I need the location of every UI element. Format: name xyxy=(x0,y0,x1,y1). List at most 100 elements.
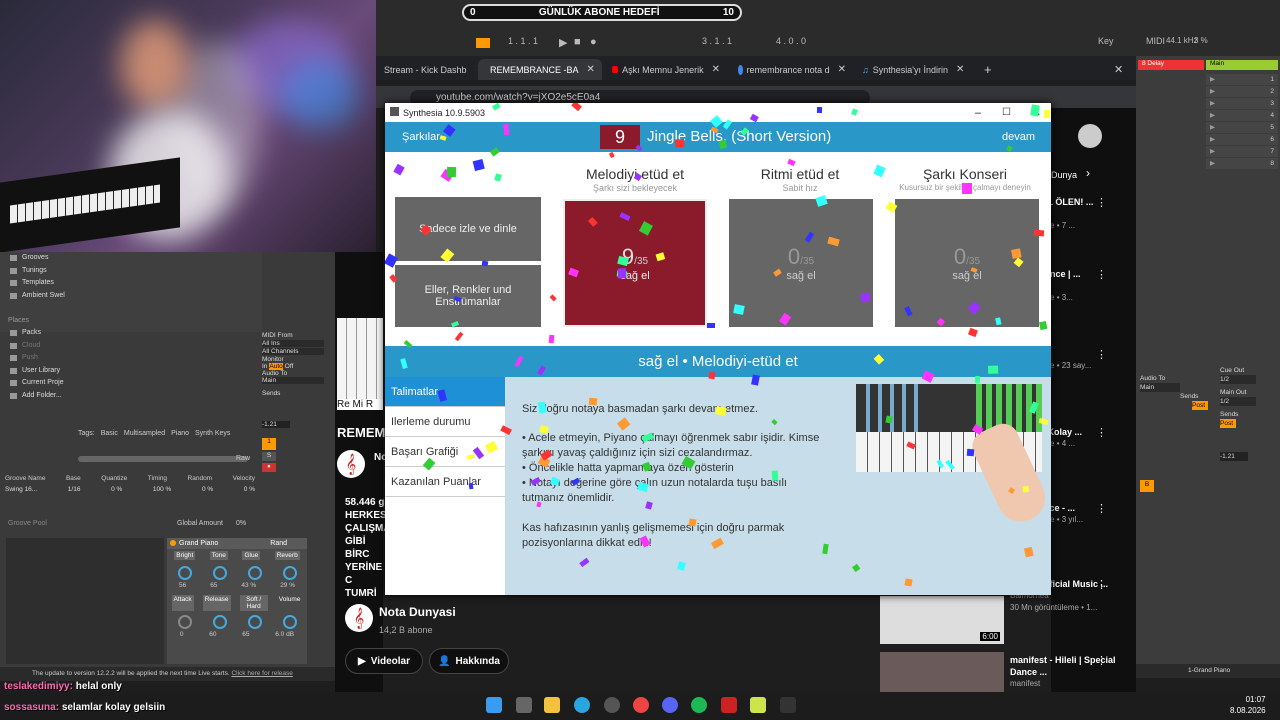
avatar[interactable] xyxy=(1078,124,1102,148)
scene-slot[interactable]: ▶ 7 xyxy=(1206,146,1278,157)
tab-success-chart[interactable]: Başarı Grafiği xyxy=(385,437,505,467)
metronome-icon[interactable] xyxy=(476,38,490,48)
more-options-icon[interactable]: ⋮ xyxy=(1096,502,1107,515)
tag-chip[interactable]: Basic xyxy=(101,430,118,437)
about-button[interactable]: 👤 Hakkında xyxy=(429,648,509,674)
monitor-in[interactable]: In xyxy=(262,363,267,370)
track-header[interactable]: Main xyxy=(1206,60,1278,70)
stop-icon[interactable]: ■ xyxy=(574,36,581,48)
places-current-project[interactable]: Current Proje xyxy=(0,377,80,390)
more-options-icon[interactable]: ⋮ xyxy=(1096,196,1107,209)
close-icon[interactable]: ✕ xyxy=(712,64,720,75)
arm-button[interactable]: ● xyxy=(262,463,276,472)
start-icon[interactable] xyxy=(486,697,502,713)
release-link[interactable]: Click here for release xyxy=(231,670,292,677)
raw-toggle[interactable]: Raw xyxy=(236,455,250,462)
master-volume[interactable]: -1.21 xyxy=(1220,452,1248,461)
tab-synthesia[interactable]: ♫ Synthesia'yı İndirin ✕ xyxy=(854,59,974,80)
more-options-icon[interactable]: ⋮ xyxy=(1096,654,1107,667)
concert-card[interactable]: 0/35 sağ el xyxy=(895,199,1039,327)
post-button[interactable]: Post xyxy=(1220,419,1236,428)
scene-slot[interactable]: ▶ 5 xyxy=(1206,122,1278,133)
scene-slot[interactable]: ▶ 4 xyxy=(1206,110,1278,121)
obs-icon[interactable] xyxy=(604,697,620,713)
maximize-icon[interactable]: ☐ xyxy=(1002,107,1011,118)
places-packs[interactable]: Packs xyxy=(0,327,80,340)
video-thumbnail[interactable]: 6:00 xyxy=(880,596,1004,644)
audio-to-select[interactable]: Main xyxy=(262,377,324,384)
chip-label[interactable]: Dunya xyxy=(1051,170,1077,180)
close-icon[interactable]: ✕ xyxy=(956,64,964,75)
edge-icon[interactable] xyxy=(574,697,590,713)
cue-out-select[interactable]: 1/2 xyxy=(1220,375,1256,384)
minimize-icon[interactable]: – xyxy=(975,107,981,119)
video-thumbnail[interactable] xyxy=(880,652,1004,692)
preview-scrubber[interactable] xyxy=(78,456,248,462)
scene-slot[interactable]: ▶ 8 xyxy=(1206,158,1278,169)
more-options-icon[interactable]: ⋮ xyxy=(1096,348,1107,361)
glue-knob[interactable] xyxy=(247,566,262,580)
cell[interactable]: 100 % xyxy=(153,486,171,493)
video-thumbnail[interactable]: Re Mi R xyxy=(337,318,383,410)
videos-button[interactable]: ▶ Videolar xyxy=(345,648,423,674)
release-knob[interactable] xyxy=(212,615,227,629)
places-user-library[interactable]: User Library xyxy=(0,365,80,378)
continue-button[interactable]: devam xyxy=(1002,131,1035,143)
sidebar-tunings[interactable]: Tunings xyxy=(0,265,262,278)
record-icon[interactable]: ● xyxy=(590,36,597,48)
sidebar-templates[interactable]: Templates xyxy=(0,277,262,290)
system-clock[interactable]: 01:07 8.08.2026 xyxy=(1230,694,1266,716)
track-number-button[interactable]: 1 xyxy=(262,438,276,450)
position-readout[interactable]: 1 . 1 . 1 xyxy=(508,36,538,46)
chevron-right-icon[interactable]: › xyxy=(1086,166,1090,180)
close-icon[interactable]: ✕ xyxy=(1032,106,1041,119)
play-icon[interactable]: ▶ xyxy=(559,36,567,49)
tag-chip[interactable]: Piano xyxy=(171,430,189,437)
reverb-knob[interactable] xyxy=(282,566,297,580)
ableton-live-icon[interactable] xyxy=(750,697,766,713)
app-icon[interactable] xyxy=(721,697,737,713)
volume-readout[interactable]: -1.21 xyxy=(262,421,290,428)
track-b-button[interactable]: B xyxy=(1140,480,1154,492)
songs-button[interactable]: Şarkılar xyxy=(402,131,440,143)
new-tab-icon[interactable]: + xyxy=(976,59,1000,80)
loop-start-readout[interactable]: 3 . 1 . 1 xyxy=(702,36,732,46)
hands-colors-button[interactable]: Eller, Renkler und Enstrümanlar xyxy=(395,265,541,327)
places-add-folder[interactable]: Add Folder... xyxy=(0,390,80,403)
volume-knob[interactable] xyxy=(282,615,297,629)
cell[interactable]: 0 % xyxy=(244,486,255,493)
channel-name[interactable]: Nota Dunyasi xyxy=(379,605,456,619)
track-header[interactable]: 8 Delay xyxy=(1138,60,1204,70)
scene-slot[interactable]: ▶ 2 xyxy=(1206,86,1278,97)
file-explorer-icon[interactable] xyxy=(544,697,560,713)
device-power-icon[interactable] xyxy=(170,540,176,546)
close-icon[interactable]: ✕ xyxy=(587,64,595,75)
loop-length-readout[interactable]: 4 . 0 . 0 xyxy=(776,36,806,46)
bright-knob[interactable] xyxy=(177,566,192,580)
softhard-knob[interactable] xyxy=(247,615,262,629)
tag-chip[interactable]: Multisampled xyxy=(124,430,165,437)
cell[interactable]: 0 % xyxy=(202,486,213,493)
midi-channel-select[interactable]: All Channels xyxy=(262,348,324,355)
spotify-icon[interactable] xyxy=(691,697,707,713)
scene-slot[interactable]: ▶ 1 xyxy=(1206,74,1278,85)
places-cloud[interactable]: Cloud xyxy=(0,340,80,353)
close-icon[interactable]: ✕ xyxy=(475,64,476,75)
discord-icon[interactable] xyxy=(662,697,678,713)
midi-input-select[interactable]: All Ins xyxy=(262,340,324,347)
more-options-icon[interactable]: ⋮ xyxy=(1096,578,1107,591)
global-amount-value[interactable]: 0% xyxy=(236,520,246,527)
tab-askimemnu[interactable]: Aşkı Memnu Jenerik ✕ xyxy=(604,59,728,80)
monitor-off[interactable]: Off xyxy=(285,363,294,370)
watch-listen-button[interactable]: Sadece izle ve dinle xyxy=(395,197,541,261)
places-push[interactable]: Push xyxy=(0,352,80,365)
chrome-icon[interactable] xyxy=(633,697,649,713)
more-options-icon[interactable]: ⋮ xyxy=(1096,268,1107,281)
tone-knob[interactable] xyxy=(212,566,227,580)
main-out-select[interactable]: 1/2 xyxy=(1220,397,1256,406)
channel-avatar[interactable]: 𝄞 xyxy=(337,450,365,478)
synthesia-taskbar-icon[interactable] xyxy=(780,697,796,713)
tag-chip[interactable]: Synth Keys xyxy=(195,430,230,437)
close-icon[interactable]: ✕ xyxy=(838,64,846,75)
scene-slot[interactable]: ▶ 6 xyxy=(1206,134,1278,145)
